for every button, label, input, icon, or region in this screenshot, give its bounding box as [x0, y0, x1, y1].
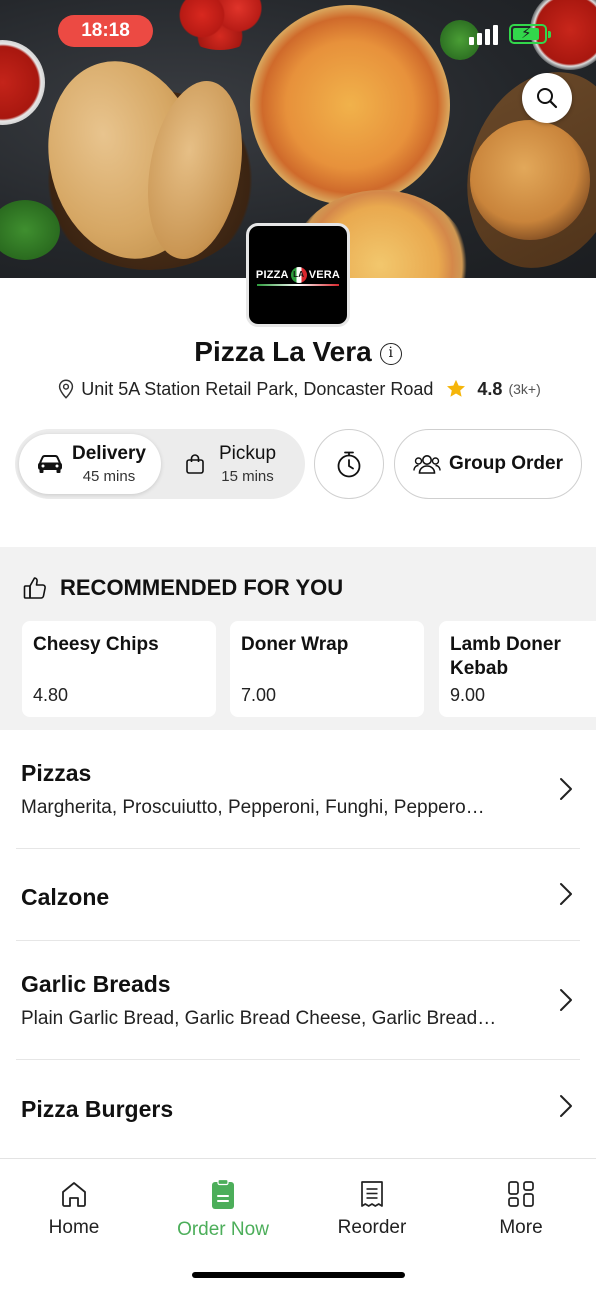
recommended-card[interactable]: Lamb Doner Kebab 9.00 [439, 621, 596, 717]
info-icon[interactable]: i [379, 343, 402, 365]
chevron-right-icon [560, 1095, 572, 1117]
category-row-calzone[interactable]: Calzone [0, 849, 596, 939]
category-description: Margherita, Proscuiutto, Pepperoni, Fung… [21, 797, 485, 818]
logo-word-la: LA [290, 267, 307, 283]
category-title: Calzone [21, 884, 110, 910]
tab-order-now[interactable]: Order Now [149, 1179, 297, 1241]
grid-icon [508, 1181, 534, 1207]
battery-charging-icon: ⚡ [509, 24, 551, 44]
cellular-signal-icon [469, 23, 501, 45]
category-description: Plain Garlic Bread, Garlic Bread Cheese,… [21, 1008, 497, 1029]
chevron-right-icon [560, 778, 572, 800]
recommended-section: RECOMMENDED FOR YOU Cheesy Chips 4.80 Do… [0, 547, 596, 730]
category-row-pizzas[interactable]: Pizzas Margherita, Proscuiutto, Pepperon… [0, 730, 596, 848]
recommended-card[interactable]: Doner Wrap 7.00 [230, 621, 424, 717]
status-time: 18:18 [58, 15, 153, 47]
category-title: Pizza Burgers [21, 1096, 174, 1122]
recommended-card[interactable]: Cheesy Chips 4.80 [22, 621, 216, 717]
receipt-icon [361, 1181, 383, 1207]
group-order-label: Group Order [448, 453, 563, 474]
location-pin-icon [59, 379, 74, 399]
category-row-garlic-breads[interactable]: Garlic Breads Plain Garlic Bread, Garlic… [0, 941, 596, 1059]
recommended-item-name: Doner Wrap [241, 634, 349, 655]
recommended-header: RECOMMENDED FOR YOU [22, 575, 343, 601]
recommended-item-price: 7.00 [241, 685, 277, 705]
tab-more[interactable]: More [447, 1179, 595, 1239]
order-mode-toggle: Delivery 45 mins Pickup 15 mins [15, 429, 305, 499]
shopping-bag-icon [186, 454, 204, 474]
tab-label: Reorder [337, 1217, 407, 1238]
schedule-button[interactable] [314, 429, 384, 499]
search-icon [537, 88, 558, 109]
thumbs-up-icon [23, 577, 46, 599]
chevron-right-icon [560, 989, 572, 1011]
delivery-mode-button[interactable]: Delivery 45 mins [19, 434, 161, 494]
category-title: Garlic Breads [21, 971, 171, 997]
stopwatch-icon [337, 451, 361, 478]
home-indicator [192, 1272, 405, 1278]
rating-value: 4.8 [477, 378, 503, 399]
car-icon [38, 455, 62, 473]
delivery-label: Delivery [72, 443, 146, 464]
recommended-item-name: Cheesy Chips [33, 634, 159, 655]
category-row-pizza-burgers[interactable]: Pizza Burgers [0, 1060, 596, 1150]
recommended-item-price: 4.80 [33, 685, 69, 705]
recommended-heading: RECOMMENDED FOR YOU [60, 575, 344, 600]
logo-word-vera: VERA [308, 269, 341, 281]
recommended-item-price: 9.00 [450, 685, 486, 705]
delivery-time: 45 mins [82, 468, 136, 485]
recommended-item-name: Lamb Doner Kebab [450, 634, 561, 679]
home-icon [62, 1182, 86, 1207]
order-icon [212, 1179, 234, 1209]
tab-label: Home [48, 1217, 100, 1238]
chevron-right-icon [560, 883, 572, 905]
restaurant-logo: PIZZA LA VERA [246, 223, 350, 327]
group-order-button[interactable]: Group Order [394, 429, 582, 499]
pickup-time: 15 mins [221, 468, 274, 485]
group-people-icon [413, 455, 441, 474]
rating-count: (3k+) [508, 381, 541, 397]
restaurant-name-row: Pizza La Vera i [0, 336, 596, 368]
bottom-tab-bar: Home Order Now Reorder More [0, 1158, 596, 1290]
star-icon [447, 379, 466, 397]
tab-reorder[interactable]: Reorder [298, 1179, 446, 1239]
logo-word-pizza: PIZZA [255, 269, 289, 281]
restaurant-address-row: Unit 5A Station Retail Park, Doncaster R… [0, 378, 596, 400]
restaurant-address: Unit 5A Station Retail Park, Doncaster R… [81, 378, 434, 399]
tab-label: Order Now [177, 1219, 269, 1240]
search-button[interactable] [522, 73, 572, 123]
pickup-mode-button[interactable]: Pickup 15 mins [180, 434, 305, 494]
restaurant-name: Pizza La Vera [194, 336, 372, 367]
pickup-label: Pickup [219, 443, 277, 464]
tab-label: More [499, 1217, 543, 1238]
category-title: Pizzas [21, 760, 92, 786]
tab-home[interactable]: Home [0, 1179, 148, 1239]
